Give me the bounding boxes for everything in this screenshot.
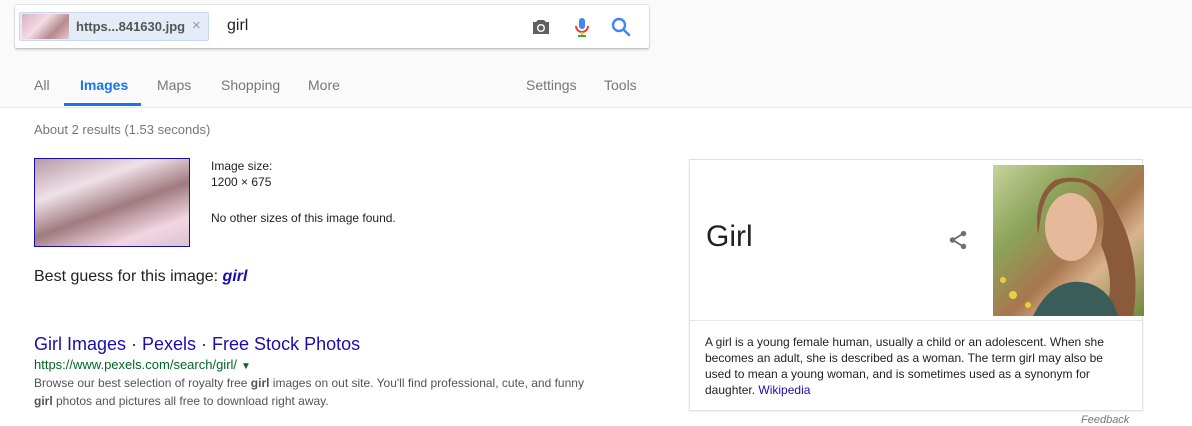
- search-input[interactable]: girl: [227, 17, 248, 35]
- feedback-link[interactable]: Feedback: [1081, 414, 1129, 426]
- search-icon[interactable]: [609, 15, 633, 39]
- tab-more[interactable]: More: [308, 77, 340, 93]
- tab-images[interactable]: Images: [80, 77, 128, 93]
- kp-image[interactable]: [993, 165, 1144, 316]
- other-sizes-text: No other sizes of this image found.: [211, 211, 396, 225]
- snippet-text: photos and pictures all free to download…: [52, 394, 329, 408]
- best-guess: Best guess for this image: girl: [34, 268, 247, 286]
- header: https...841630.jpg × girl All Images Map…: [0, 0, 1192, 108]
- camera-icon[interactable]: [529, 15, 553, 39]
- kp-description: A girl is a young female human, usually …: [705, 334, 1130, 398]
- search-box[interactable]: https...841630.jpg × girl: [15, 5, 649, 48]
- tab-tools[interactable]: Tools: [604, 77, 637, 93]
- tab-shopping[interactable]: Shopping: [221, 77, 280, 93]
- result-title-link[interactable]: Girl Images · Pexels · Free Stock Photos: [34, 334, 360, 355]
- microphone-icon[interactable]: [570, 15, 594, 39]
- chip-filename: https...841630.jpg: [76, 19, 186, 34]
- snippet-text: images on out site. You'll find professi…: [269, 376, 584, 390]
- snippet-text: Browse our best selection of royalty fre…: [34, 376, 251, 390]
- tab-maps[interactable]: Maps: [157, 77, 191, 93]
- image-size-label: Image size:: [211, 159, 273, 173]
- image-chip[interactable]: https...841630.jpg ×: [19, 12, 209, 41]
- knowledge-panel: Girl A girl is a young female human, usu…: [689, 159, 1144, 411]
- result-snippet: Browse our best selection of royalty fre…: [34, 374, 644, 410]
- snippet-bold: girl: [34, 394, 53, 408]
- snippet-bold: girl: [250, 376, 270, 390]
- query-image-thumbnail[interactable]: [34, 158, 190, 247]
- chip-thumbnail: [22, 14, 69, 39]
- best-guess-link[interactable]: girl: [223, 268, 248, 285]
- image-size-value[interactable]: 1200 × 675: [211, 175, 271, 189]
- best-guess-label: Best guess for this image:: [34, 268, 219, 285]
- kp-divider: [690, 320, 1142, 321]
- tab-all[interactable]: All: [34, 77, 50, 93]
- result-stats: About 2 results (1.53 seconds): [34, 122, 211, 137]
- share-icon[interactable]: [947, 229, 969, 251]
- kp-source-link[interactable]: Wikipedia: [758, 383, 810, 397]
- result-url: https://www.pexels.com/search/girl/▼: [34, 357, 251, 372]
- tab-settings[interactable]: Settings: [526, 77, 577, 93]
- kp-title: Girl: [706, 220, 753, 253]
- active-tab-indicator: [64, 103, 141, 106]
- result-url-text: https://www.pexels.com/search/girl/: [34, 357, 238, 372]
- caret-down-icon[interactable]: ▼: [241, 361, 251, 372]
- close-icon[interactable]: ×: [192, 17, 201, 34]
